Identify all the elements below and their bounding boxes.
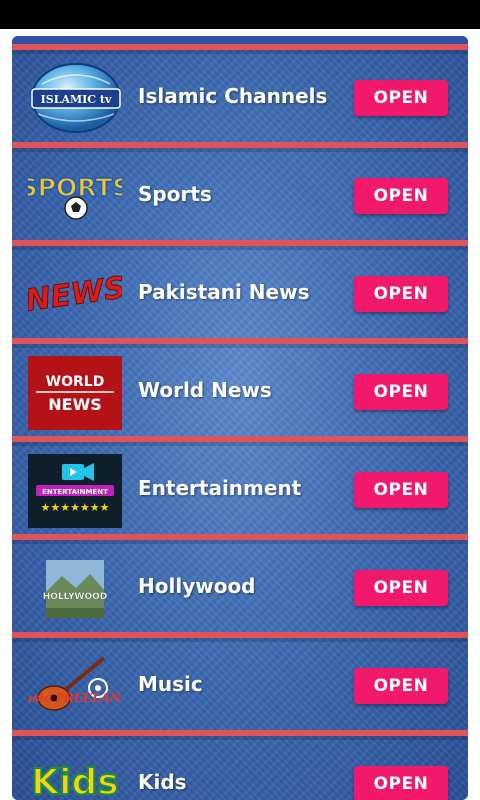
svg-text:NEWS: NEWS [48,395,102,414]
logo-text: Music FREELANCER [28,691,122,705]
channel-label: Hollywood [138,574,256,598]
islamic-tv-logo-icon: ISLAMIC tv [28,62,122,136]
news-logo-icon: NEWS [28,258,122,332]
svg-text:★★★★★★★: ★★★★★★★ [40,501,109,514]
logo-text: NEWS [28,270,122,319]
music-logo-icon: Music FREELANCER [28,650,122,724]
channel-list[interactable]: ISLAMIC tv Islamic Channels OPEN SPORTS … [12,36,468,800]
channel-label: Music [138,672,203,696]
list-item-hollywood[interactable]: HOLLYWOOD Hollywood OPEN [12,534,468,632]
open-button-islamic-channels[interactable]: OPEN [354,80,448,116]
list-item-music[interactable]: Music FREELANCER Music OPEN [12,632,468,730]
channel-label: Kids [138,770,187,794]
kids-logo-icon: Kids [28,748,122,800]
channel-label: Entertainment [138,476,302,500]
open-button-pakistani-news[interactable]: OPEN [354,276,448,312]
list-item-islamic-channels[interactable]: ISLAMIC tv Islamic Channels OPEN [12,44,468,142]
list-item-kids[interactable]: Kids Kids OPEN [12,730,468,800]
logo-text: ISLAMIC tv [41,93,112,106]
logo-text: ENTERTAINMENT [42,488,108,496]
world-news-logo-icon: WORLD NEWS [28,356,122,430]
open-button-music[interactable]: OPEN [354,668,448,704]
channel-label: Pakistani News [138,280,310,304]
entertainment-logo-icon: ENTERTAINMENT ★★★★★★★ [28,454,122,528]
status-bar [0,0,480,29]
hollywood-logo-icon: HOLLYWOOD [28,552,122,626]
sports-logo-icon: SPORTS [28,160,122,234]
logo-text: Kids [31,762,118,800]
channel-label: Sports [138,182,212,206]
logo-text: HOLLYWOOD [43,592,107,602]
open-button-hollywood[interactable]: OPEN [354,570,448,606]
list-item-sports[interactable]: SPORTS Sports OPEN [12,142,468,240]
open-button-sports[interactable]: OPEN [354,178,448,214]
list-item-entertainment[interactable]: ENTERTAINMENT ★★★★★★★ Entertainment OPEN [12,436,468,534]
open-button-kids[interactable]: OPEN [354,766,448,800]
list-item-pakistani-news[interactable]: NEWS Pakistani News OPEN [12,240,468,338]
open-button-world-news[interactable]: OPEN [354,374,448,410]
list-item-world-news[interactable]: WORLD NEWS World News OPEN [12,338,468,436]
channel-label: Islamic Channels [138,84,328,108]
svg-text:WORLD: WORLD [46,374,105,390]
channel-label: World News [138,378,272,402]
open-button-entertainment[interactable]: OPEN [354,472,448,508]
